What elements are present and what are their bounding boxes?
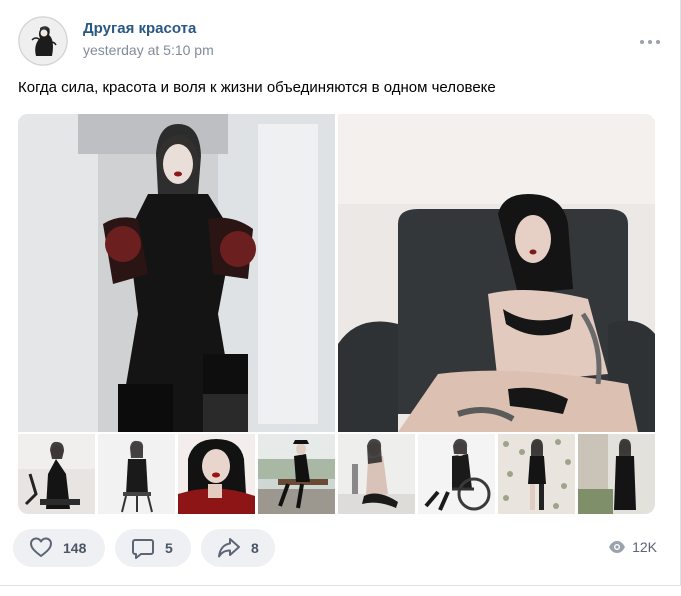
post-header: Другая красота yesterday at 5:10 pm [18,16,660,66]
more-dots-icon [640,40,660,44]
photo-thumbnail-1[interactable] [18,434,95,514]
share-arrow-icon [218,538,240,558]
post-text: Когда сила, красота и воля к жизни объед… [18,79,496,96]
photo-main-1[interactable] [18,114,335,432]
photo-woman-seated-black-dress-icon [18,434,95,514]
photo-woman-in-wheelchair-icon [418,434,495,514]
eye-icon [609,541,626,553]
author-name[interactable]: Другая красота [83,20,196,37]
photo-woman-on-bench-outdoors-icon [258,434,335,514]
more-options-button[interactable] [635,30,665,54]
post-card: Другая красота yesterday at 5:10 pm Когд… [0,0,681,596]
photo-woman-red-sweater-icon [178,434,255,514]
photo-thumbnail-5[interactable] [338,434,415,514]
photo-thumbnail-6[interactable] [418,434,495,514]
author-avatar[interactable] [18,16,68,66]
photo-thumbnail-4[interactable] [258,434,335,514]
views-count: 12K [632,539,657,555]
photo-thumbnail-3[interactable] [178,434,255,514]
photo-woman-on-armchair-icon [338,114,655,432]
photo-woman-black-corset-icon [18,114,335,432]
heart-icon [30,537,52,557]
photo-woman-on-stool-icon [98,434,175,514]
views-counter: 12K [608,539,657,555]
like-button[interactable]: 148 [13,529,105,567]
photo-thumbnail-2[interactable] [98,434,175,514]
share-count: 8 [251,540,259,556]
post-timestamp[interactable]: yesterday at 5:10 pm [83,42,214,58]
like-count: 148 [63,540,87,556]
photo-main-2[interactable] [338,114,655,432]
post-actions: 148 5 8 12K [13,529,663,569]
photo-thumbnail-7[interactable] [498,434,575,514]
share-button[interactable]: 8 [201,529,275,567]
photo-woman-standing-patterned-wall-icon [498,434,575,514]
comment-button[interactable]: 5 [115,529,191,567]
photo-thumbnail-8[interactable] [578,434,655,514]
comment-icon [132,539,154,559]
photo-woman-sitting-on-floor-icon [338,434,415,514]
photo-woman-black-coat-icon [578,434,655,514]
comment-count: 5 [165,540,173,556]
